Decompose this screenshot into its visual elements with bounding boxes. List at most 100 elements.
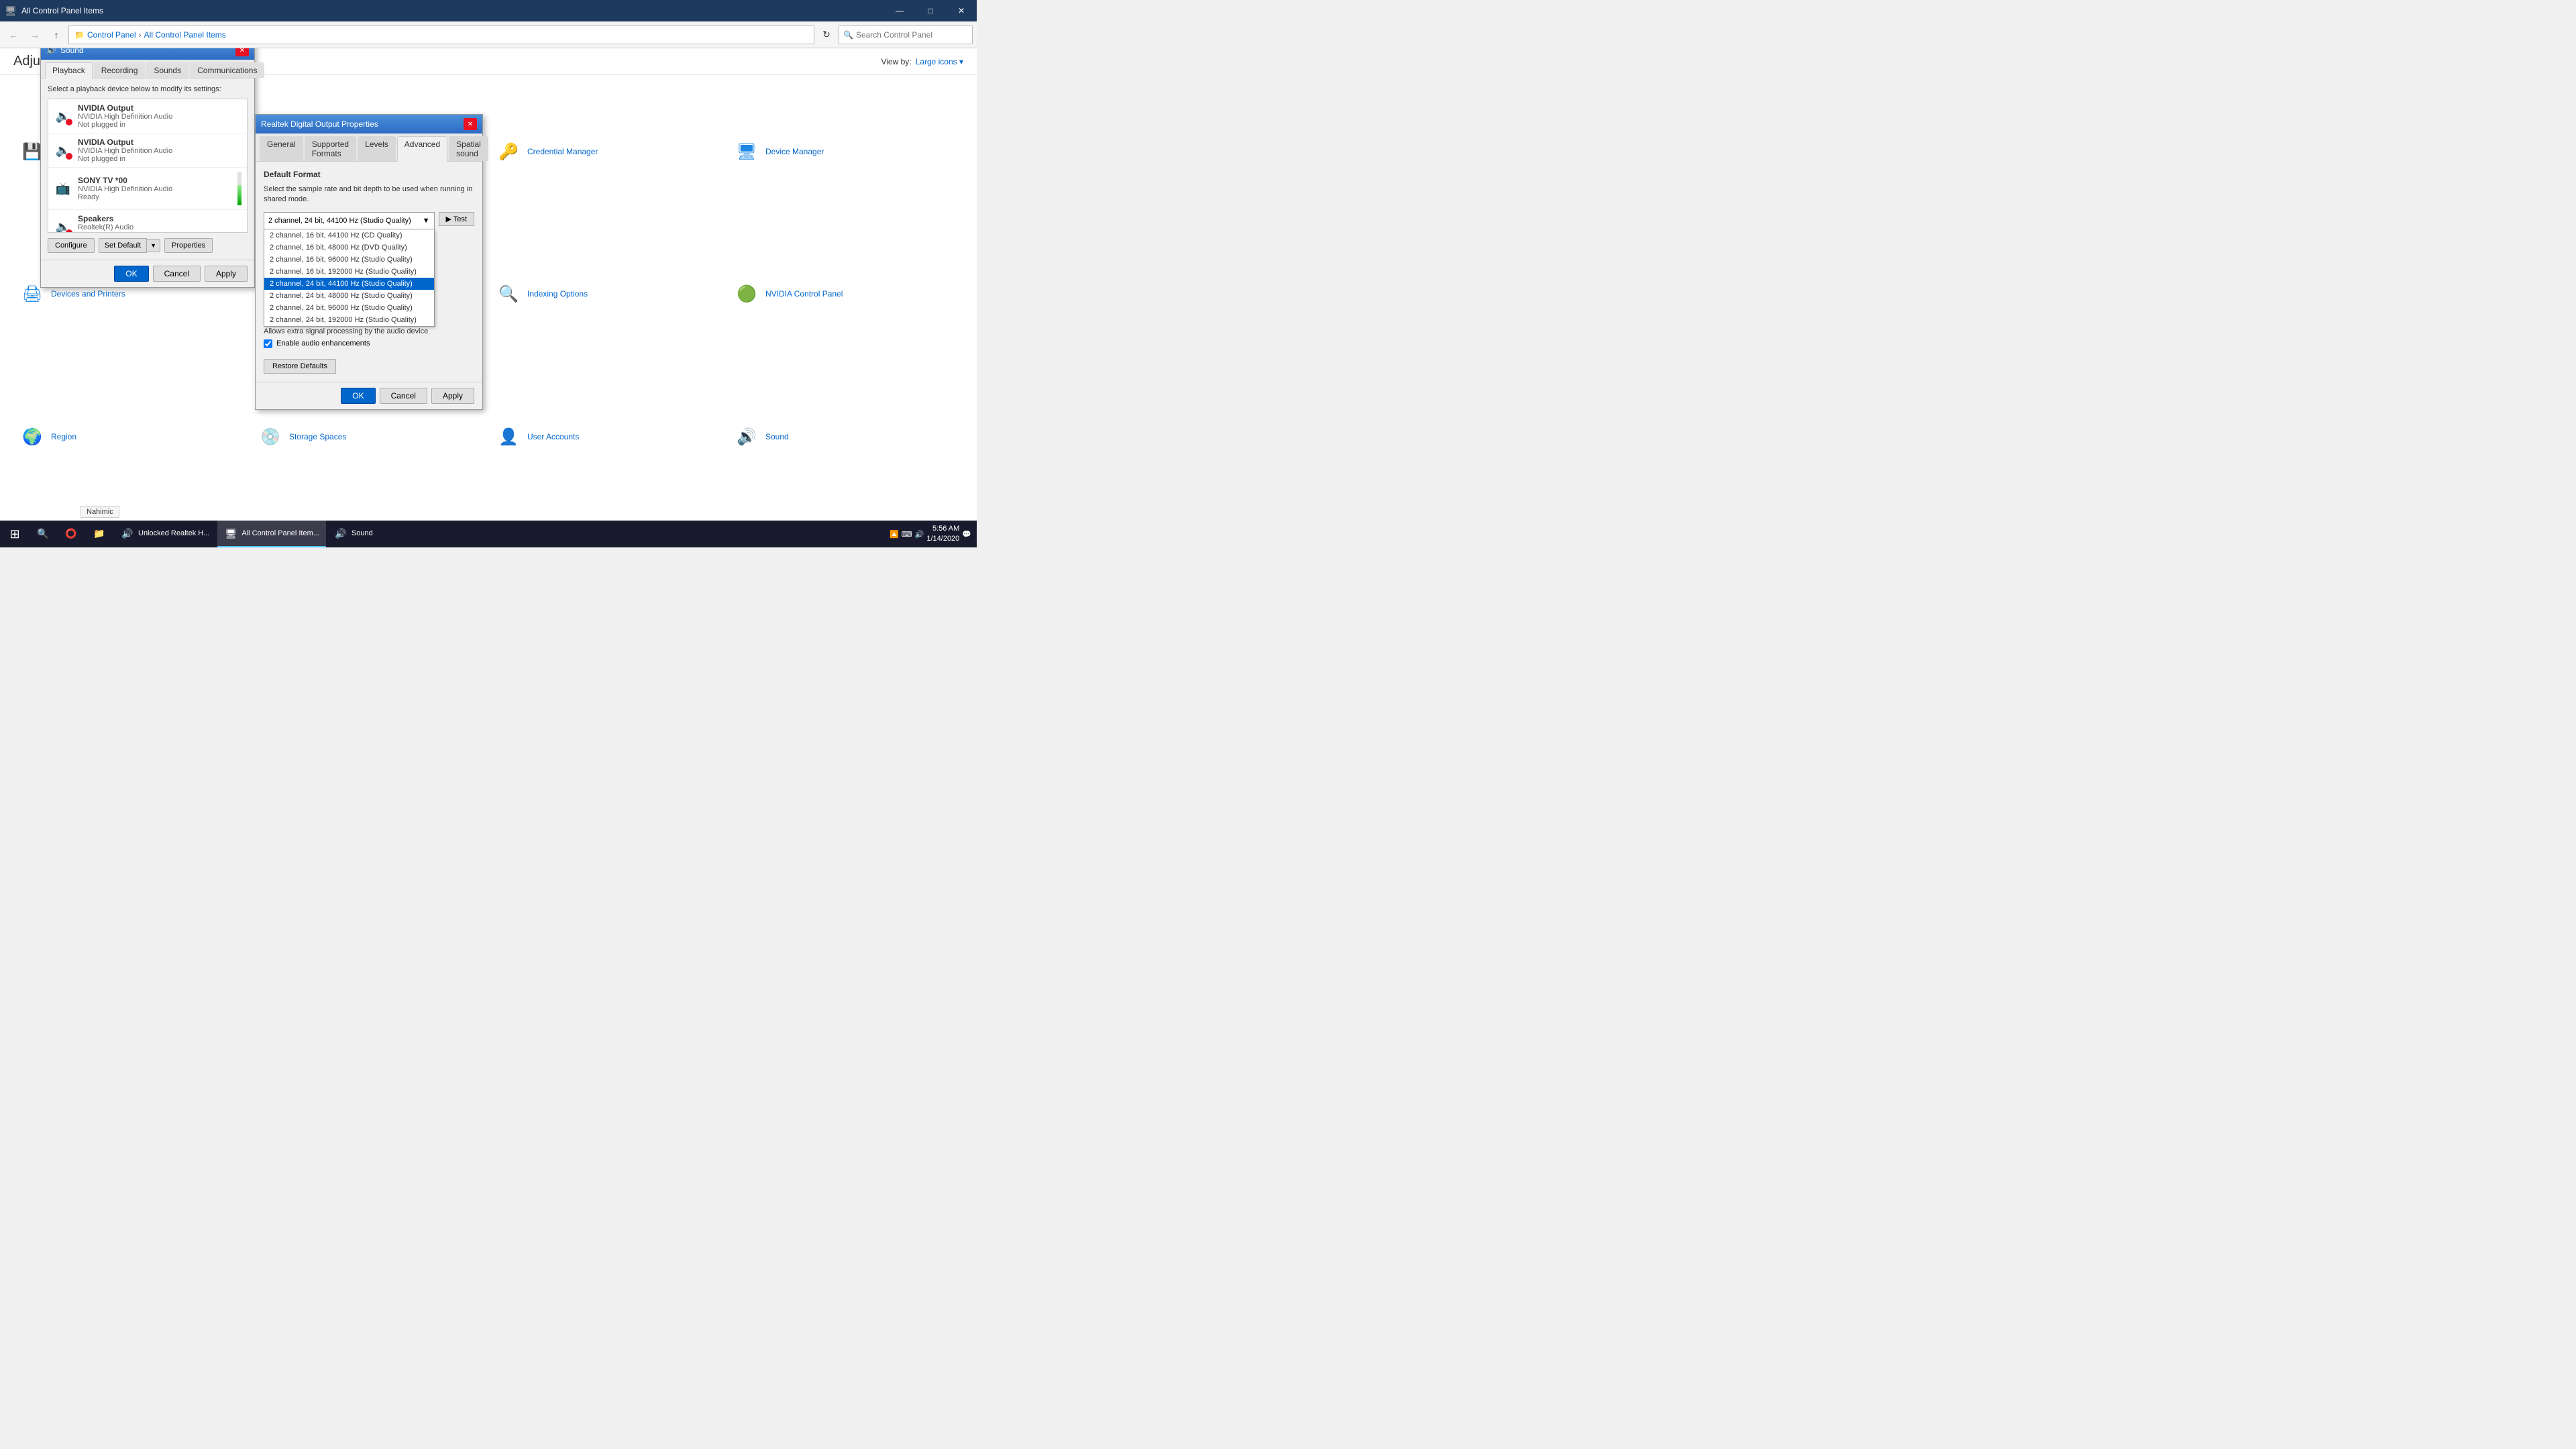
props-dialog-close[interactable]: ✕ xyxy=(464,118,477,130)
device-state-speakers: Not plugged in xyxy=(78,231,241,233)
props-dialog-title: Realtek Digital Output Properties xyxy=(261,119,378,129)
refresh-button[interactable]: ↻ xyxy=(817,25,836,44)
breadcrumb-current[interactable]: All Control Panel Items xyxy=(144,30,226,40)
cp-item-device-manager[interactable]: 🖥 Device Manager xyxy=(728,82,963,222)
up-button[interactable]: ↑ xyxy=(47,25,66,44)
forward-button[interactable]: → xyxy=(25,25,44,44)
sound-tabs: Playback Recording Sounds Communications xyxy=(41,60,254,78)
tab-playback[interactable]: Playback xyxy=(45,62,93,78)
tray-expand-icon[interactable]: 🔼 xyxy=(890,530,899,539)
props-tab-advanced[interactable]: Advanced xyxy=(397,136,447,162)
configure-button[interactable]: Configure xyxy=(48,238,95,253)
device-name-nvidia1: NVIDIA Output xyxy=(78,103,241,113)
minimize-button[interactable]: — xyxy=(884,0,915,21)
sound-taskbar-icon: 🔊 xyxy=(334,527,347,540)
close-button[interactable]: ✕ xyxy=(946,0,977,21)
tray-volume-icon[interactable]: 🔊 xyxy=(915,530,924,539)
enhancement-checkbox[interactable] xyxy=(264,339,272,348)
sound-ok-button[interactable]: OK xyxy=(114,266,148,282)
device-item-nvidia1[interactable]: 🔈 NVIDIA Output NVIDIA High Definition A… xyxy=(48,99,247,133)
cp-item-sound[interactable]: 🔊 Sound xyxy=(728,367,963,507)
breadcrumb-control-panel[interactable]: Control Panel xyxy=(87,30,136,40)
tab-sounds[interactable]: Sounds xyxy=(146,62,189,78)
taskbar-cortana[interactable]: ⭕ xyxy=(58,521,85,547)
format-option-2[interactable]: 2 channel, 16 bit, 48000 Hz (DVD Quality… xyxy=(264,241,434,254)
format-option-7[interactable]: 2 channel, 24 bit, 96000 Hz (Studio Qual… xyxy=(264,302,434,314)
props-tabs: General Supported Formats Levels Advance… xyxy=(256,133,482,162)
format-option-4[interactable]: 2 channel, 16 bit, 192000 Hz (Studio Qua… xyxy=(264,266,434,278)
device-driver-speakers: Realtek(R) Audio xyxy=(78,223,241,231)
sound-apply-button[interactable]: Apply xyxy=(205,266,248,282)
notifications-icon[interactable]: 💬 xyxy=(962,530,971,539)
cp-item-nvidia[interactable]: 🟢 NVIDIA Control Panel xyxy=(728,225,963,365)
device-item-nvidia2[interactable]: 🔈 NVIDIA Output NVIDIA High Definition A… xyxy=(48,133,247,168)
format-option-5[interactable]: 2 channel, 24 bit, 44100 Hz (Studio Qual… xyxy=(264,278,434,290)
device-icon-nvidia2: 🔈 xyxy=(54,141,72,160)
taskbar-files[interactable]: 📁 xyxy=(86,521,113,547)
props-tab-spatial[interactable]: Spatial sound xyxy=(449,136,488,161)
set-default-button[interactable]: Set Default xyxy=(99,238,147,253)
props-apply-button[interactable]: Apply xyxy=(431,388,474,404)
device-icon-speakers: 🔈 xyxy=(54,217,72,233)
search-input[interactable] xyxy=(856,30,968,40)
sound-cancel-button[interactable]: Cancel xyxy=(153,266,201,282)
sound-instruction: Select a playback device below to modify… xyxy=(48,85,248,93)
properties-button[interactable]: Properties xyxy=(164,238,213,253)
format-dropdown[interactable]: 2 channel, 24 bit, 44100 Hz (Studio Qual… xyxy=(264,212,435,229)
device-status-speakers xyxy=(66,229,72,233)
cp-item-credential[interactable]: 🔑 Credential Manager xyxy=(490,82,725,222)
taskbar-search[interactable]: 🔍 xyxy=(30,521,56,547)
maximize-button[interactable]: □ xyxy=(915,0,946,21)
format-option-8[interactable]: 2 channel, 24 bit, 192000 Hz (Studio Qua… xyxy=(264,314,434,326)
cp-item-indexing[interactable]: 🔍 Indexing Options xyxy=(490,225,725,365)
sound-icon: 🔊 xyxy=(735,425,759,449)
format-option-1[interactable]: 2 channel, 16 bit, 44100 Hz (CD Quality) xyxy=(264,229,434,241)
props-cancel-button[interactable]: Cancel xyxy=(380,388,427,404)
props-tab-general[interactable]: General xyxy=(260,136,303,161)
start-button[interactable]: ⊞ xyxy=(0,521,30,547)
region-icon: 🌍 xyxy=(20,425,44,449)
tab-recording[interactable]: Recording xyxy=(94,62,146,78)
taskbar-tray: 🔼 ⌨ 🔊 5:56 AM 1/14/2020 💬 xyxy=(884,524,977,545)
back-button[interactable]: ← xyxy=(4,25,23,44)
sony-level-bar xyxy=(237,172,241,205)
device-status-nvidia2 xyxy=(66,153,72,160)
storage-icon: 💿 xyxy=(258,425,282,449)
realtek-taskbar-icon: 🔊 xyxy=(121,527,134,540)
taskbar-time-date[interactable]: 5:56 AM 1/14/2020 xyxy=(926,524,959,545)
taskbar-sound-label: Sound xyxy=(352,529,373,537)
restore-defaults-button[interactable]: Restore Defaults xyxy=(264,359,336,374)
default-format-desc: Select the sample rate and bit depth to … xyxy=(264,184,474,205)
format-option-6[interactable]: 2 channel, 24 bit, 48000 Hz (Studio Qual… xyxy=(264,290,434,302)
view-by-control: View by: Large icons ▾ xyxy=(881,57,963,66)
taskbar-sound[interactable]: 🔊 Sound xyxy=(327,521,380,547)
tab-communications[interactable]: Communications xyxy=(190,62,264,78)
format-option-3[interactable]: 2 channel, 16 bit, 96000 Hz (Studio Qual… xyxy=(264,254,434,266)
set-default-arrow-button[interactable]: ▼ xyxy=(147,239,160,252)
cp-item-region[interactable]: 🌍 Region xyxy=(13,367,249,507)
selected-format-text: 2 channel, 24 bit, 44100 Hz (Studio Qual… xyxy=(268,217,411,225)
control-panel-taskbar-icon: 🖥 xyxy=(224,527,237,540)
app-icon: 🖥 xyxy=(0,0,21,21)
user-accounts-icon: 👤 xyxy=(496,425,521,449)
taskbar-realtek[interactable]: 🔊 Unlocked Realtek H... xyxy=(114,521,216,547)
address-bar: ← → ↑ 📁 Control Panel › All Control Pane… xyxy=(0,21,977,48)
nahimic-tooltip: Nahimic xyxy=(80,506,119,518)
view-by-dropdown[interactable]: Large icons ▾ xyxy=(916,57,963,66)
device-item-speakers[interactable]: 🔈 Speakers Realtek(R) Audio Not plugged … xyxy=(48,210,247,233)
cp-item-label-indexing: Indexing Options xyxy=(527,289,588,300)
taskbar: ⊞ 🔍 ⭕ 📁 🔊 Unlocked Realtek H... 🖥 All Co… xyxy=(0,521,977,547)
cp-item-user-accounts[interactable]: 👤 User Accounts xyxy=(490,367,725,507)
cortana-icon: ⭕ xyxy=(64,527,78,540)
props-ok-button[interactable]: OK xyxy=(341,388,375,404)
window-controls: — □ ✕ xyxy=(884,0,977,21)
device-manager-icon: 🖥 xyxy=(735,140,759,164)
search-box[interactable]: 🔍 xyxy=(839,25,973,44)
taskbar-control-panel[interactable]: 🖥 All Control Panel Item... xyxy=(217,521,326,547)
props-tab-levels[interactable]: Levels xyxy=(358,136,396,161)
dropdown-list: 2 channel, 16 bit, 44100 Hz (CD Quality)… xyxy=(264,229,435,327)
device-item-sony[interactable]: 📺 SONY TV *00 NVIDIA High Definition Aud… xyxy=(48,168,247,210)
test-button[interactable]: ▶ Test xyxy=(439,212,475,226)
breadcrumb[interactable]: 📁 Control Panel › All Control Panel Item… xyxy=(68,25,814,44)
props-tab-formats[interactable]: Supported Formats xyxy=(305,136,356,161)
